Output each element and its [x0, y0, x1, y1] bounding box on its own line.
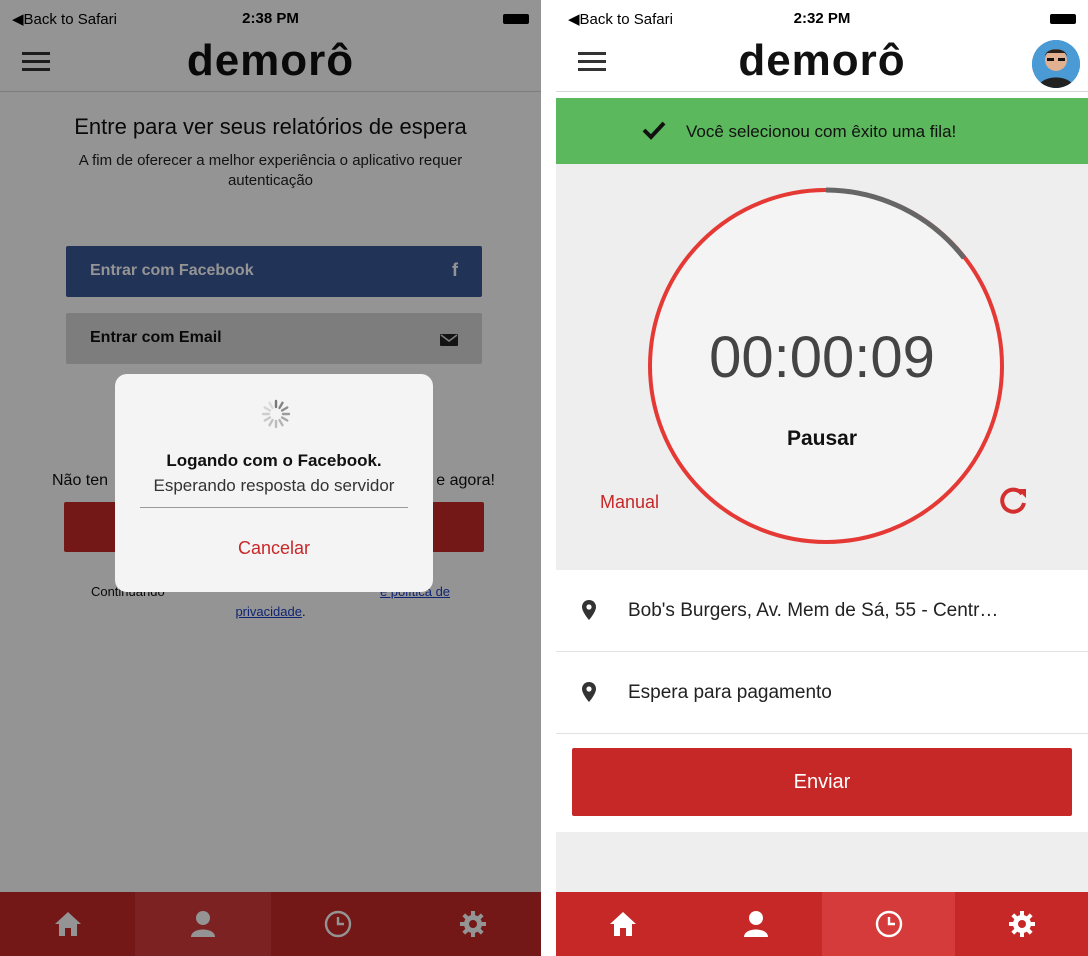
dialog-title: Logando com o Facebook.	[166, 451, 382, 470]
pause-button[interactable]: Pausar	[556, 427, 1088, 451]
dialog-divider	[140, 507, 408, 508]
battery-icon	[1050, 14, 1076, 24]
refresh-icon[interactable]	[998, 486, 1028, 516]
app-logo: demorô	[738, 36, 906, 85]
dialog-message: Esperando resposta do servidor	[153, 476, 395, 495]
status-time: 2:32 PM	[793, 10, 851, 27]
location-pin-icon	[582, 600, 596, 620]
timer-display: 00:00:09	[709, 325, 935, 390]
location-pin-icon	[582, 682, 596, 702]
app-header: demorô	[556, 30, 1088, 92]
timer-panel: 00:00:09 Pausar Manual	[556, 164, 1088, 570]
tab-history[interactable]	[822, 892, 955, 956]
gear-icon	[1008, 911, 1035, 937]
login-screen: ◀Back to Safari 2:38 PM demorô Entre par…	[0, 0, 541, 956]
timer-screen: ◀Back to Safari 2:32 PM demorô Você sele…	[556, 0, 1088, 956]
tab-profile[interactable]	[689, 892, 822, 956]
status-bar: ◀Back to Safari 2:32 PM	[556, 0, 1088, 30]
clock-icon	[875, 910, 902, 938]
manual-button[interactable]: Manual	[600, 492, 659, 513]
bottom-spacer	[556, 832, 1088, 892]
success-banner: Você selecionou com êxito uma fila!	[556, 98, 1088, 164]
avatar[interactable]	[1032, 40, 1080, 88]
location-text: Bob's Burgers, Av. Mem de Sá, 55 - Centr…	[628, 600, 999, 621]
success-banner-text: Você selecionou com êxito uma fila!	[686, 122, 957, 141]
loading-spinner-icon	[261, 399, 291, 429]
location-row[interactable]: Bob's Burgers, Av. Mem de Sá, 55 - Centr…	[556, 570, 1088, 652]
tab-settings[interactable]	[955, 892, 1088, 956]
tab-bar	[556, 892, 1088, 956]
dialog-cancel-button[interactable]: Cancelar	[115, 538, 433, 559]
send-button[interactable]: Enviar	[572, 748, 1072, 816]
tab-home[interactable]	[556, 892, 689, 956]
checkmark-icon	[642, 120, 666, 145]
home-icon	[609, 912, 636, 936]
queue-type-text: Espera para pagamento	[628, 682, 832, 703]
user-icon	[743, 911, 768, 937]
queue-type-row[interactable]: Espera para pagamento	[556, 652, 1088, 734]
facebook-login-dialog: Logando com o Facebook. Esperando respos…	[115, 374, 433, 592]
